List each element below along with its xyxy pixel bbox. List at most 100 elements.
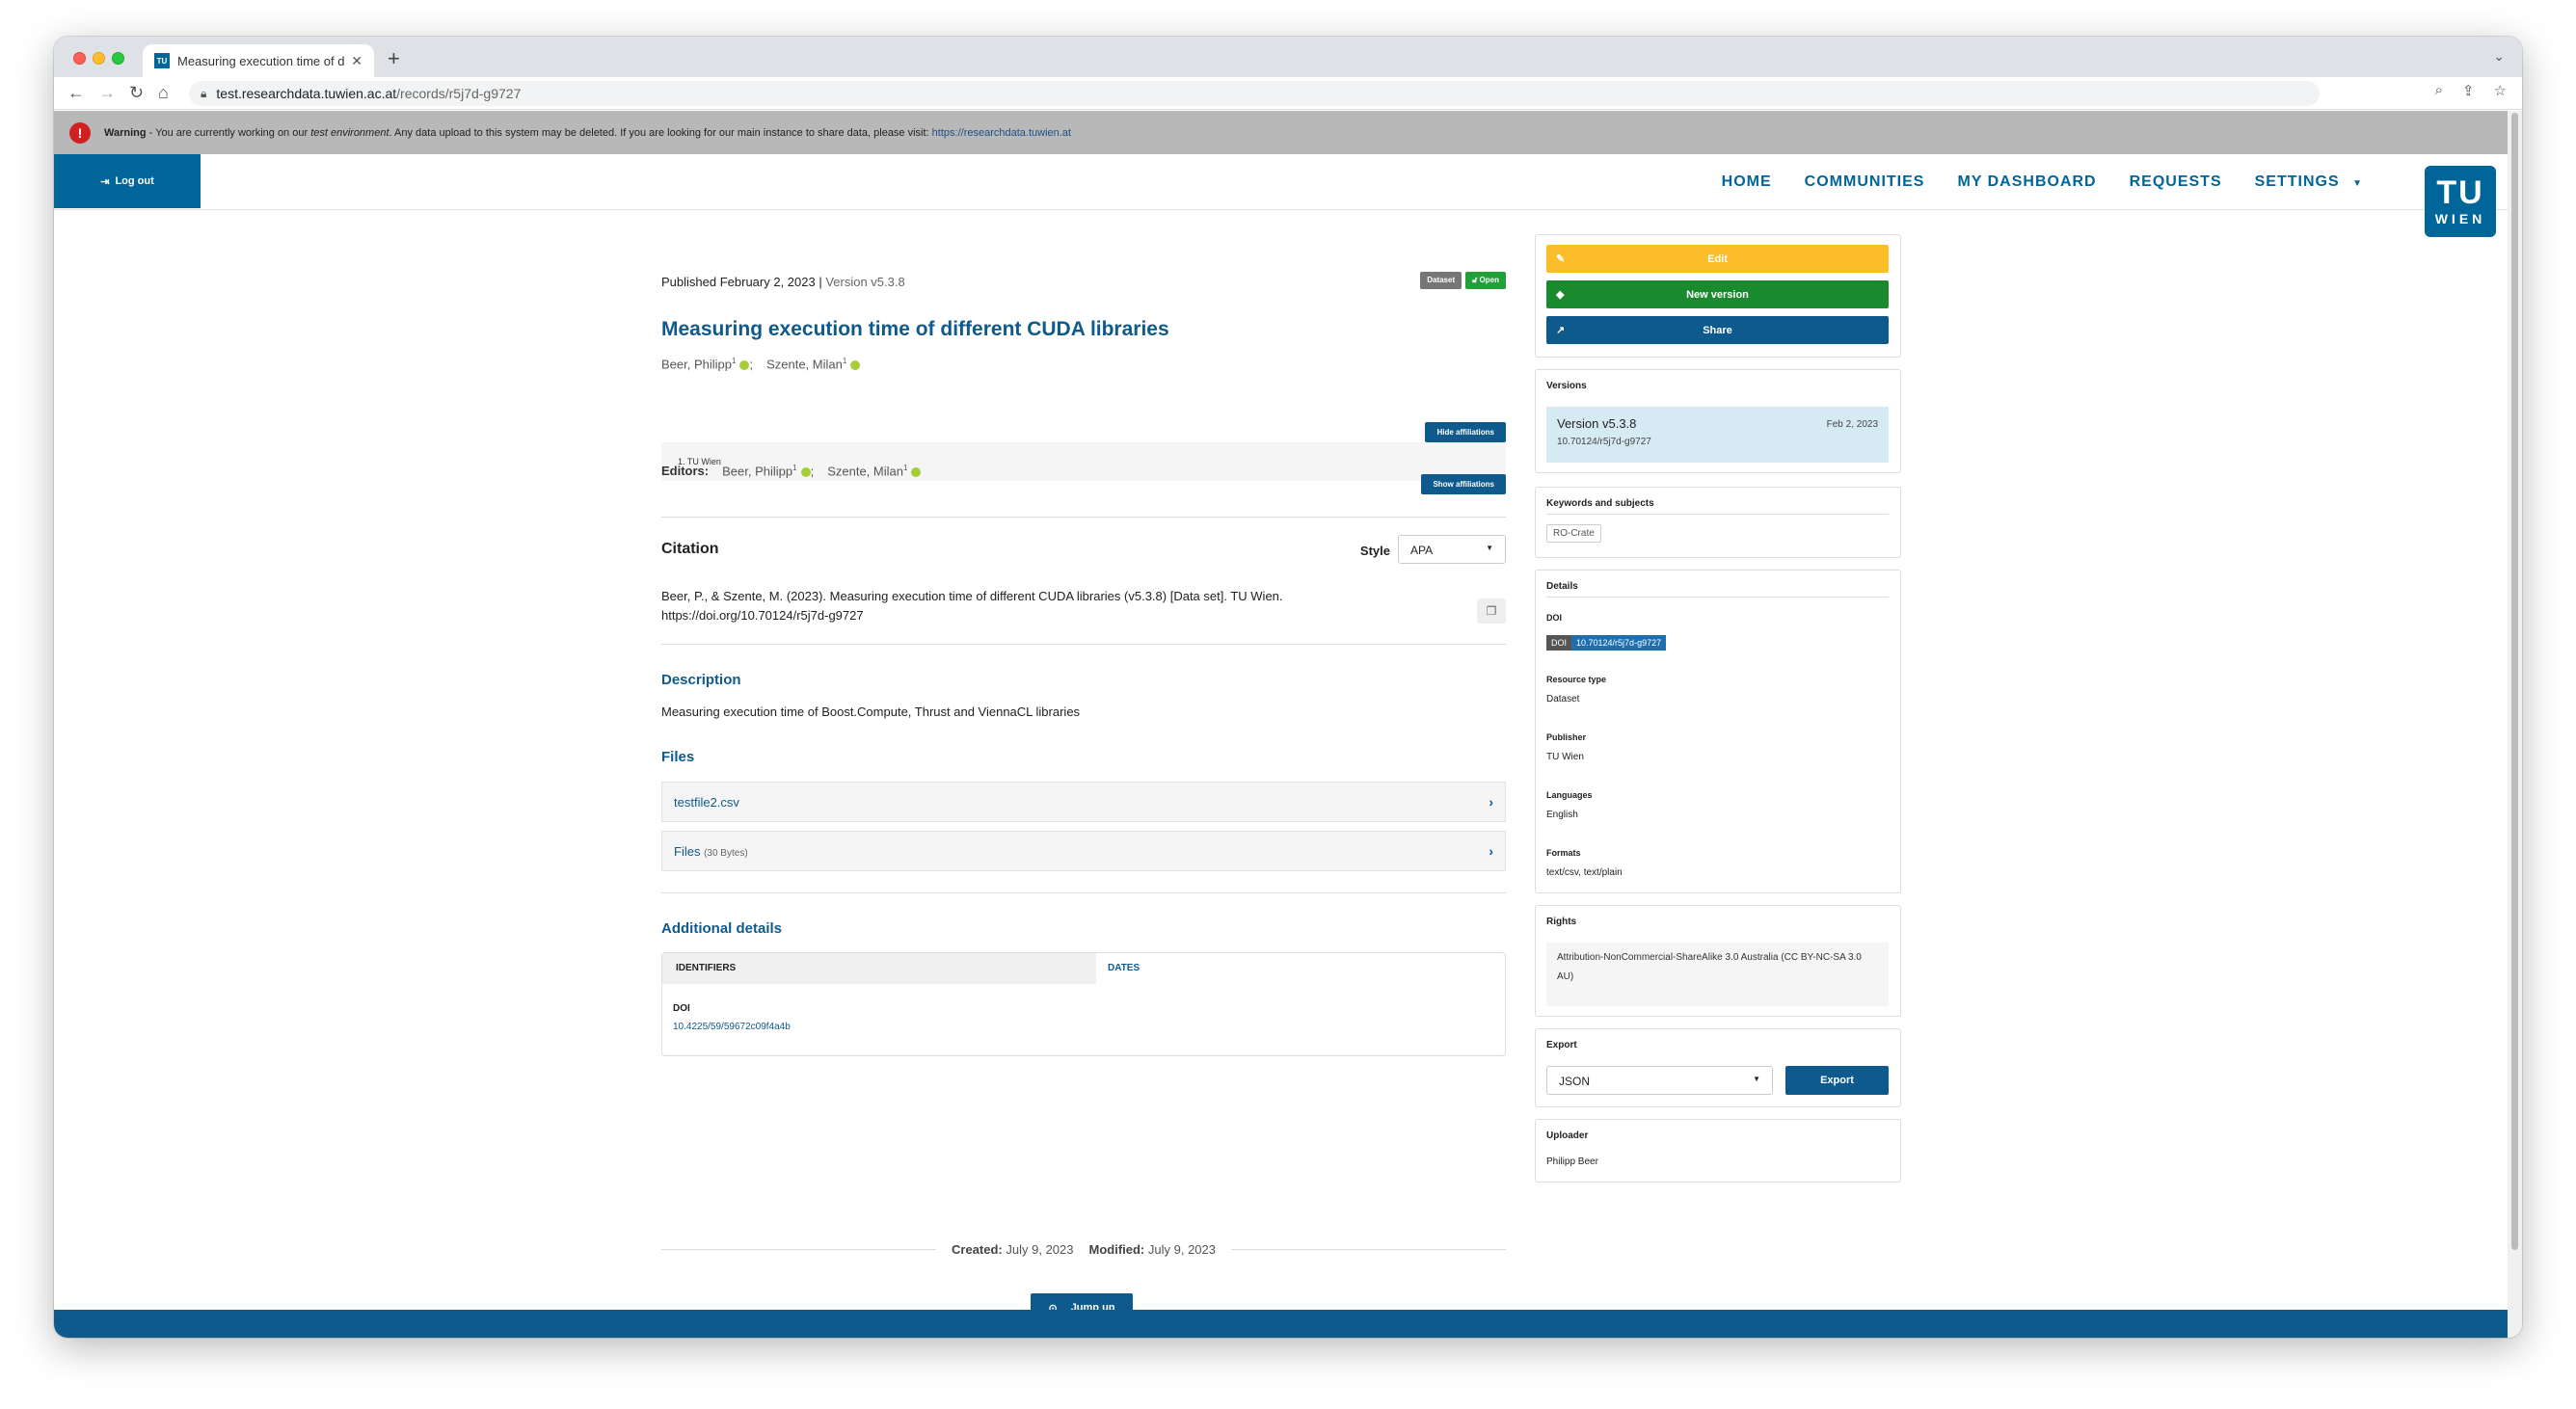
export-title: Export (1546, 1040, 1577, 1050)
new-tab-button[interactable]: + (388, 46, 400, 71)
license-text: Attribution-NonCommercial-ShareAlike 3.0… (1557, 952, 1862, 982)
description-heading: Description (661, 672, 741, 688)
share-label: Share (1703, 324, 1732, 336)
main-nav: HOME COMMUNITIES MY DASHBOARD REQUESTS S… (1722, 173, 2363, 191)
site-header: ⇥ Log out HOME COMMUNITIES MY DASHBOARD R… (54, 154, 2508, 237)
edit-label: Edit (1707, 253, 1728, 265)
created-label: Created: (952, 1242, 1003, 1257)
nav-settings[interactable]: SETTINGS ▼ (2255, 173, 2363, 191)
scrollbar-thumb[interactable] (2511, 113, 2518, 1250)
share-button[interactable]: ↗ Share (1546, 316, 1889, 344)
nav-requests[interactable]: REQUESTS (2130, 173, 2222, 191)
logout-icon: ⇥ (100, 175, 110, 188)
caret-down-icon: ▼ (1486, 544, 1493, 552)
doi-label: DOI (1546, 613, 1563, 623)
creator-item[interactable]: Beer, Philipp1; (661, 357, 753, 371)
share-page-icon[interactable]: ⇪ (2462, 82, 2475, 99)
creator-name: Szente, Milan (766, 357, 843, 372)
lock-icon: 🔒︎ (201, 86, 207, 100)
files-accordion[interactable]: Files (30 Bytes) › (661, 831, 1506, 871)
affiliation-ref: 1 (792, 464, 797, 472)
version-item[interactable]: Version v5.3.8 Feb 2, 2023 10.70124/r5j7… (1546, 407, 1889, 463)
versions-title: Versions (1546, 381, 1587, 391)
editor-name: Szente, Milan (827, 464, 903, 479)
editors-label: Editors: (661, 464, 710, 478)
edit-button[interactable]: ✎ Edit (1546, 245, 1889, 273)
show-affiliations-button[interactable]: Show affiliations (1421, 474, 1506, 494)
home-icon[interactable]: ⌂ (158, 83, 169, 103)
divider (661, 1249, 937, 1250)
version-doi: 10.70124/r5j7d-g9727 (1557, 437, 1651, 447)
tuwien-logo[interactable]: TU WIEN (2425, 166, 2496, 237)
identifier-label: DOI (673, 1003, 690, 1014)
chevron-right-icon: › (1489, 794, 1493, 810)
doi-badge-prefix: DOI (1546, 635, 1572, 651)
uploader-title: Uploader (1546, 1130, 1589, 1141)
keywords-card: Keywords and subjects RO-Crate (1535, 487, 1901, 558)
zoom-icon[interactable]: ⌕ (2435, 82, 2443, 99)
bookmark-star-icon[interactable]: ☆ (2494, 82, 2507, 99)
scrollbar[interactable] (2508, 111, 2522, 1338)
affiliation-ref: 1 (732, 357, 737, 365)
orcid-icon[interactable] (800, 466, 811, 477)
orcid-icon[interactable] (911, 466, 922, 477)
actions-card: ✎ Edit ◆ New version ↗ Share (1535, 234, 1901, 358)
modified-value: July 9, 2023 (1147, 1242, 1216, 1257)
languages-label: Languages (1546, 790, 1593, 800)
editor-item[interactable]: Szente, Milan1 (827, 464, 922, 479)
editors-list: Editors: Beer, Philipp1; Szente, Milan1 (661, 464, 922, 479)
hide-affiliations-button[interactable]: Hide affiliations (1425, 422, 1506, 442)
details-tabs: IDENTIFIERS DATES (662, 953, 1505, 984)
divider (1546, 597, 1889, 598)
export-format-select[interactable]: JSON ▼ (1546, 1066, 1773, 1095)
reload-icon[interactable]: ↻ (129, 83, 144, 103)
details-card: Details DOI DOI 10.70124/r5j7d-g9727 Reso… (1535, 570, 1901, 893)
export-card: Export JSON ▼ Export (1535, 1028, 1901, 1107)
url-input[interactable]: 🔒︎ test.researchdata.tuwien.ac.at/record… (189, 81, 2320, 106)
logo-tu: TU (2436, 174, 2484, 211)
back-arrow-icon[interactable]: ← (67, 83, 85, 103)
creator-item[interactable]: Szente, Milan1 (766, 357, 861, 372)
close-window-button[interactable] (73, 52, 86, 65)
minimize-window-button[interactable] (93, 52, 105, 65)
doi-badge-value: 10.70124/r5j7d-g9727 (1571, 635, 1667, 651)
doi-badge[interactable]: DOI 10.70124/r5j7d-g9727 (1546, 635, 1667, 651)
maximize-window-button[interactable] (112, 52, 124, 65)
file-row[interactable]: testfile2.csv › (661, 782, 1506, 822)
tab-dates[interactable]: DATES (1096, 953, 1505, 984)
created-date: Created: July 9, 2023 (952, 1242, 1073, 1257)
export-format-value: JSON (1559, 1075, 1591, 1088)
identifier-link[interactable]: 10.4225/59/59672c09f4a4b (662, 1018, 1505, 1036)
tab-strip: TU Measuring execution time of di ✕ + ⌄ (54, 37, 2522, 77)
nav-communities[interactable]: COMMUNITIES (1805, 173, 1925, 191)
copy-citation-button[interactable]: ❐ (1477, 598, 1506, 624)
citation-style-select[interactable]: APA ▼ (1398, 535, 1506, 564)
editor-item[interactable]: Beer, Philipp1; (722, 464, 814, 478)
divider (661, 644, 1506, 645)
new-version-button[interactable]: ◆ New version (1546, 280, 1889, 308)
tab-search-chevron-icon[interactable]: ⌄ (2493, 48, 2505, 65)
keyword-tag[interactable]: RO-Crate (1546, 524, 1601, 543)
tuwien-favicon-icon: TU (154, 53, 170, 68)
nav-settings-label: SETTINGS (2254, 173, 2340, 190)
details-title: Details (1546, 581, 1578, 592)
logo-wien: WIEN (2434, 211, 2486, 226)
logout-button[interactable]: ⇥ Log out (54, 154, 201, 208)
files-label: Files (674, 843, 701, 859)
orcid-icon[interactable] (850, 359, 861, 370)
citation-heading: Citation (661, 541, 719, 557)
record-version: Version v5.3.8 (825, 275, 905, 289)
nav-home[interactable]: HOME (1722, 173, 1772, 191)
main-instance-link[interactable]: https://researchdata.tuwien.at (932, 127, 1071, 139)
export-button[interactable]: Export (1785, 1066, 1889, 1095)
browser-tab[interactable]: TU Measuring execution time of di ✕ (143, 44, 374, 77)
forward-arrow-icon[interactable]: → (98, 83, 116, 103)
orcid-icon[interactable] (739, 359, 750, 370)
unlock-icon: 🔓︎ (1472, 276, 1480, 284)
tab-close-icon[interactable]: ✕ (351, 53, 362, 69)
license-box[interactable]: Attribution-NonCommercial-ShareAlike 3.0… (1546, 943, 1889, 1006)
published-date: Published February 2, 2023 (661, 275, 816, 289)
browser-window: TU Measuring execution time of di ✕ + ⌄ … (54, 37, 2522, 1338)
nav-my-dashboard[interactable]: MY DASHBOARD (1957, 173, 2096, 191)
tab-identifiers[interactable]: IDENTIFIERS (662, 953, 1096, 984)
